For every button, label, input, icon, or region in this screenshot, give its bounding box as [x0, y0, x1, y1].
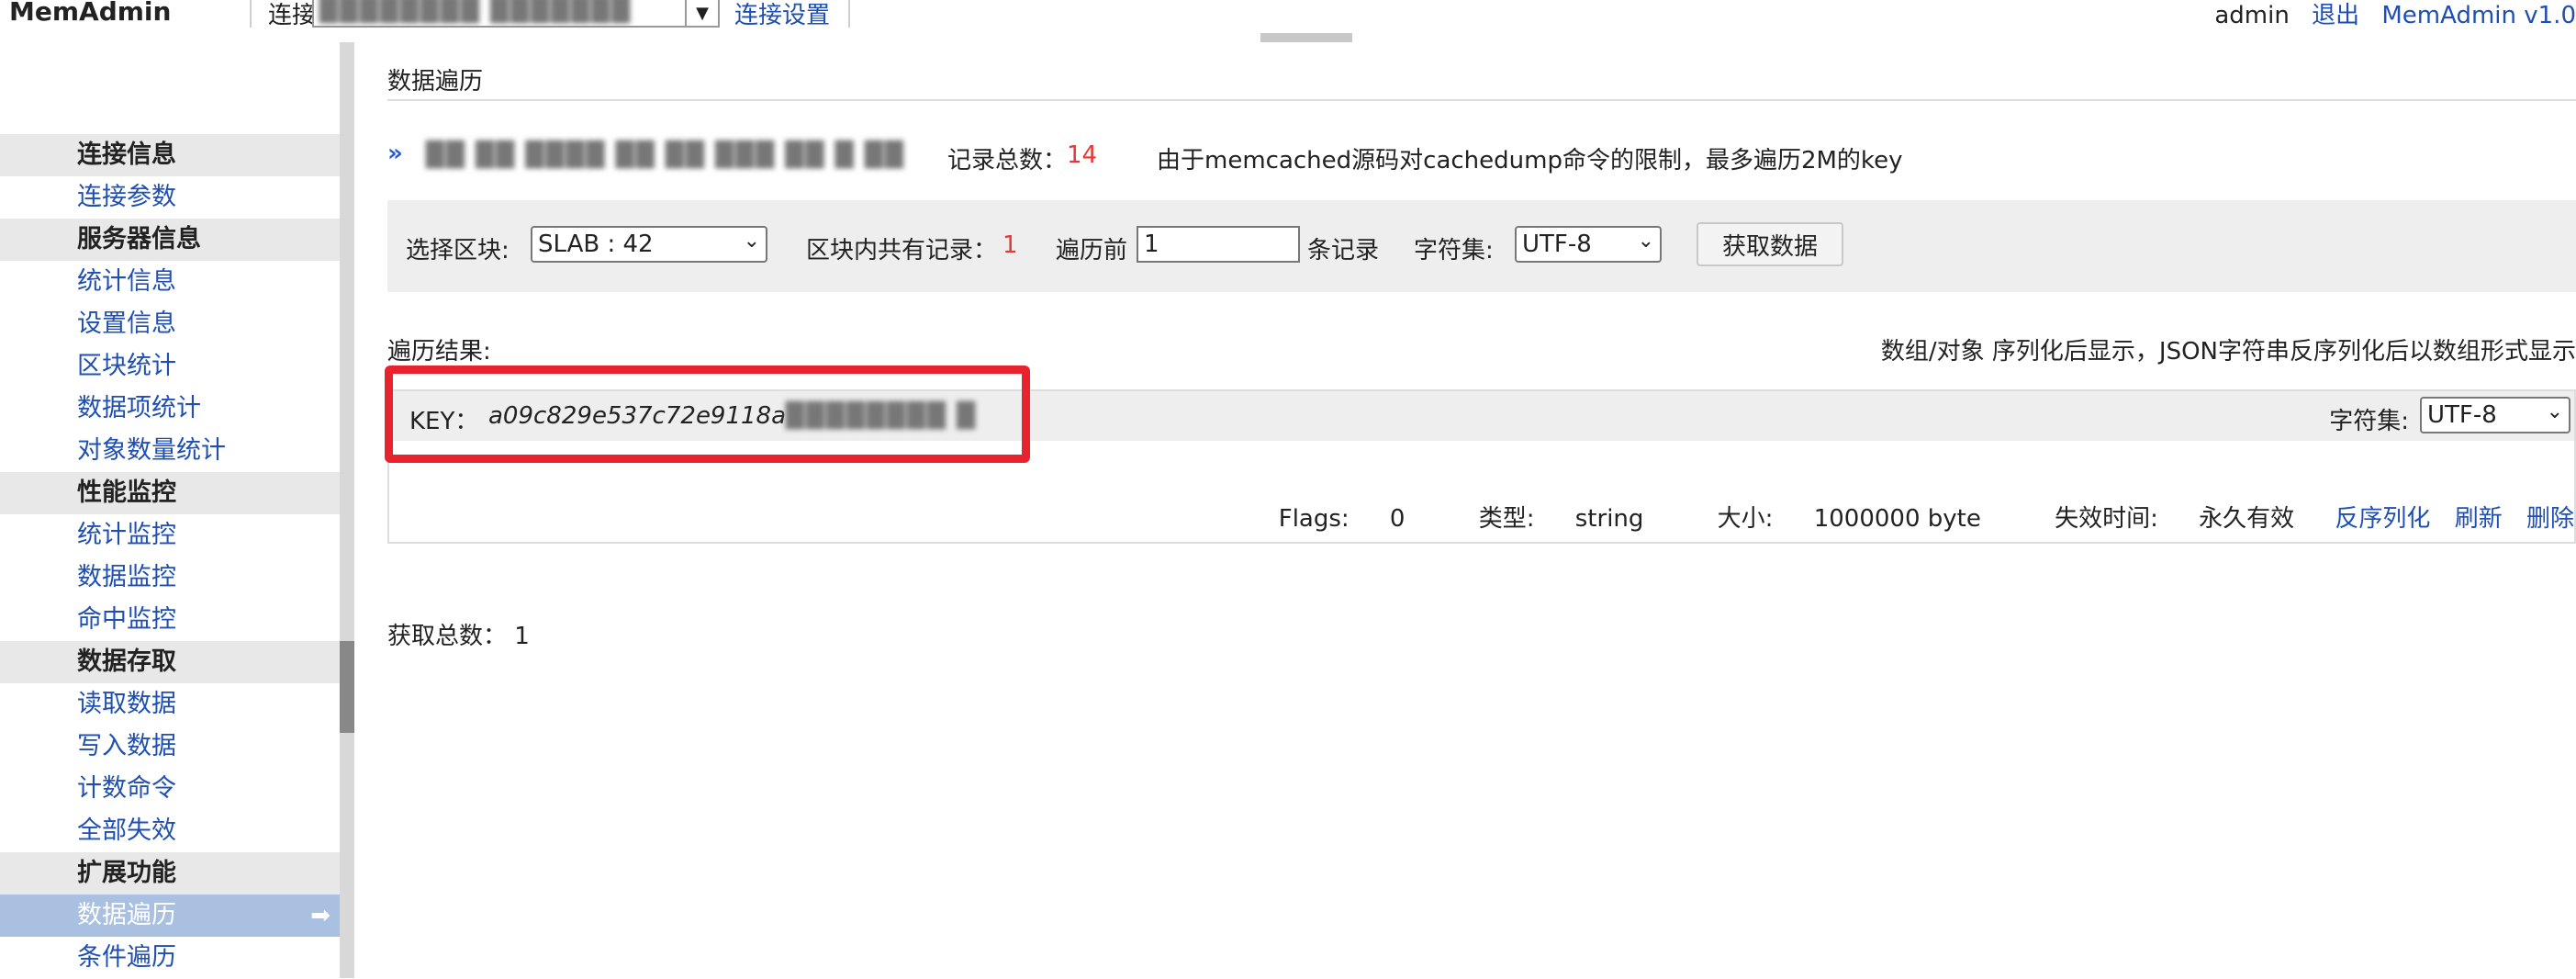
connection-select[interactable]: ████████ ███████ ▼: [312, 0, 720, 28]
traverse-prefix-label: 遍历前: [1056, 237, 1128, 264]
sidebar-group-extensions: 扩展功能: [0, 852, 340, 895]
result-label: 遍历结果:: [387, 338, 491, 366]
sidebar-item-slab-stats[interactable]: 区块统计: [0, 345, 340, 388]
connection-label: 连接: [268, 2, 317, 29]
arrow-right-icon: ➡: [310, 902, 330, 929]
size-info: 大小: 1000000 byte: [1717, 505, 1981, 533]
sidebar-group-monitor: 性能监控: [0, 472, 340, 514]
sidebar-group-server: 服务器信息: [0, 219, 340, 261]
slab-filter-panel: 选择区块: SLAB : 42 ⌄ 区块内共有记录： 1 遍历前 1 条记录 字…: [387, 200, 2576, 292]
limit-notice: 由于memcached源码对cachedump命令的限制，最多遍历2M的key: [1157, 147, 1903, 174]
sidebar-item-conditional-traversal[interactable]: 条件遍历: [0, 937, 340, 979]
type-info: 类型: string: [1478, 505, 1644, 533]
chevron-down-icon[interactable]: ▼: [685, 0, 718, 26]
scrollbar-thumb[interactable]: [340, 641, 354, 733]
expire-info: 失效时间: 永久有效: [2055, 505, 2295, 533]
sidebar-item-counter[interactable]: 计数命令: [0, 768, 340, 810]
record-total-label: 记录总数：: [947, 147, 1068, 174]
serialize-note: 数组/对象 序列化后显示，JSON字符串反序列化后以数组形式显示: [1880, 338, 2576, 366]
refresh-link[interactable]: 刷新: [2455, 505, 2503, 533]
delete-link[interactable]: 删除: [2526, 505, 2574, 533]
records-in-slab-value: 1: [1002, 231, 1018, 259]
slab-select[interactable]: SLAB : 42 ⌄: [531, 226, 767, 263]
highlight-annotation-box: [385, 366, 1030, 463]
fetch-total: 获取总数： 1: [387, 623, 530, 650]
slab-select-value: SLAB : 42: [538, 231, 654, 258]
sidebar-item-stats-monitor[interactable]: 统计监控: [0, 514, 340, 557]
flags-info: Flags: 0: [1278, 505, 1406, 533]
sidebar-item-data-traversal[interactable]: 数据遍历 ➡: [0, 895, 340, 937]
unserialize-link[interactable]: 反序列化: [2335, 505, 2430, 533]
divider: [848, 0, 850, 28]
key-meta-row: Flags: 0 类型: string 大小: 1000000 byte 失效时…: [1213, 500, 2574, 534]
sidebar-scrollbar[interactable]: [340, 42, 354, 978]
connection-settings-link[interactable]: 连接设置: [734, 0, 830, 30]
slab-label: 选择区块:: [406, 237, 510, 264]
page-title: 数据遍历: [387, 68, 484, 96]
record-total-value: 14: [1067, 141, 1098, 169]
sidebar-item-hit-monitor[interactable]: 命中监控: [0, 599, 340, 641]
key-charset-label: 字符集:: [2329, 408, 2409, 435]
divider: [250, 0, 252, 28]
username: admin: [2214, 2, 2290, 29]
charset-select-value: UTF-8: [1522, 231, 1592, 258]
key-charset-value: UTF-8: [2427, 401, 2497, 429]
sidebar-group-connection: 连接信息: [0, 134, 340, 176]
pane-splitter-handle[interactable]: [1260, 33, 1352, 42]
sidebar-item-flush-all[interactable]: 全部失效: [0, 810, 340, 852]
top-bar: MemAdmin 连接 ████████ ███████ ▼ 连接设置 admi…: [0, 0, 2576, 30]
sidebar-item-data-monitor[interactable]: 数据监控: [0, 557, 340, 599]
traverse-suffix-label: 条记录: [1307, 237, 1380, 264]
user-area: admin 退出 MemAdmin v1.0: [2200, 0, 2576, 30]
connection-select-value: ████████ ███████: [319, 0, 633, 24]
traverse-count-value: 1: [1144, 231, 1159, 258]
sidebar-item-connection-params[interactable]: 连接参数: [0, 176, 340, 219]
logout-link[interactable]: 退出: [2312, 2, 2359, 29]
server-name: ██ ██ ████ ██ ██ ███ ██ █ ██: [426, 141, 906, 169]
version-link[interactable]: MemAdmin v1.0: [2381, 2, 2576, 29]
chevron-down-icon: ⌄: [743, 230, 760, 253]
chevron-down-icon: ⌄: [2546, 400, 2563, 423]
divider: [387, 99, 2576, 101]
chevron-down-icon: ⌄: [1637, 230, 1654, 253]
traverse-count-input[interactable]: 1: [1137, 226, 1300, 263]
sidebar-item-write-data[interactable]: 写入数据: [0, 726, 340, 768]
sidebar-item-settings[interactable]: 设置信息: [0, 303, 340, 345]
double-chevron-icon: »: [387, 140, 403, 167]
server-info-row: » ██ ██ ████ ██ ██ ███ ██ █ ██ 记录总数： 14 …: [387, 134, 2576, 180]
key-charset-select[interactable]: UTF-8 ⌄: [2420, 397, 2570, 433]
main-content: 数据遍历 » ██ ██ ████ ██ ██ ███ ██ █ ██ 记录总数…: [354, 42, 2576, 978]
fetch-data-button[interactable]: 获取数据: [1697, 222, 1843, 266]
sidebar-item-label: 数据遍历: [77, 901, 176, 929]
app-title: MemAdmin: [9, 0, 172, 27]
sidebar-item-read-data[interactable]: 读取数据: [0, 683, 340, 726]
sidebar-group-data-access: 数据存取: [0, 641, 340, 683]
sidebar-item-object-count[interactable]: 对象数量统计: [0, 430, 340, 472]
sidebar-item-stats[interactable]: 统计信息: [0, 261, 340, 303]
sidebar-item-item-stats[interactable]: 数据项统计: [0, 388, 340, 430]
records-in-slab-label: 区块内共有记录：: [806, 237, 998, 264]
charset-label: 字符集:: [1414, 237, 1494, 264]
charset-select[interactable]: UTF-8 ⌄: [1515, 226, 1662, 263]
sidebar: 连接信息 连接参数 服务器信息 统计信息 设置信息 区块统计 数据项统计 对象数…: [0, 42, 340, 978]
